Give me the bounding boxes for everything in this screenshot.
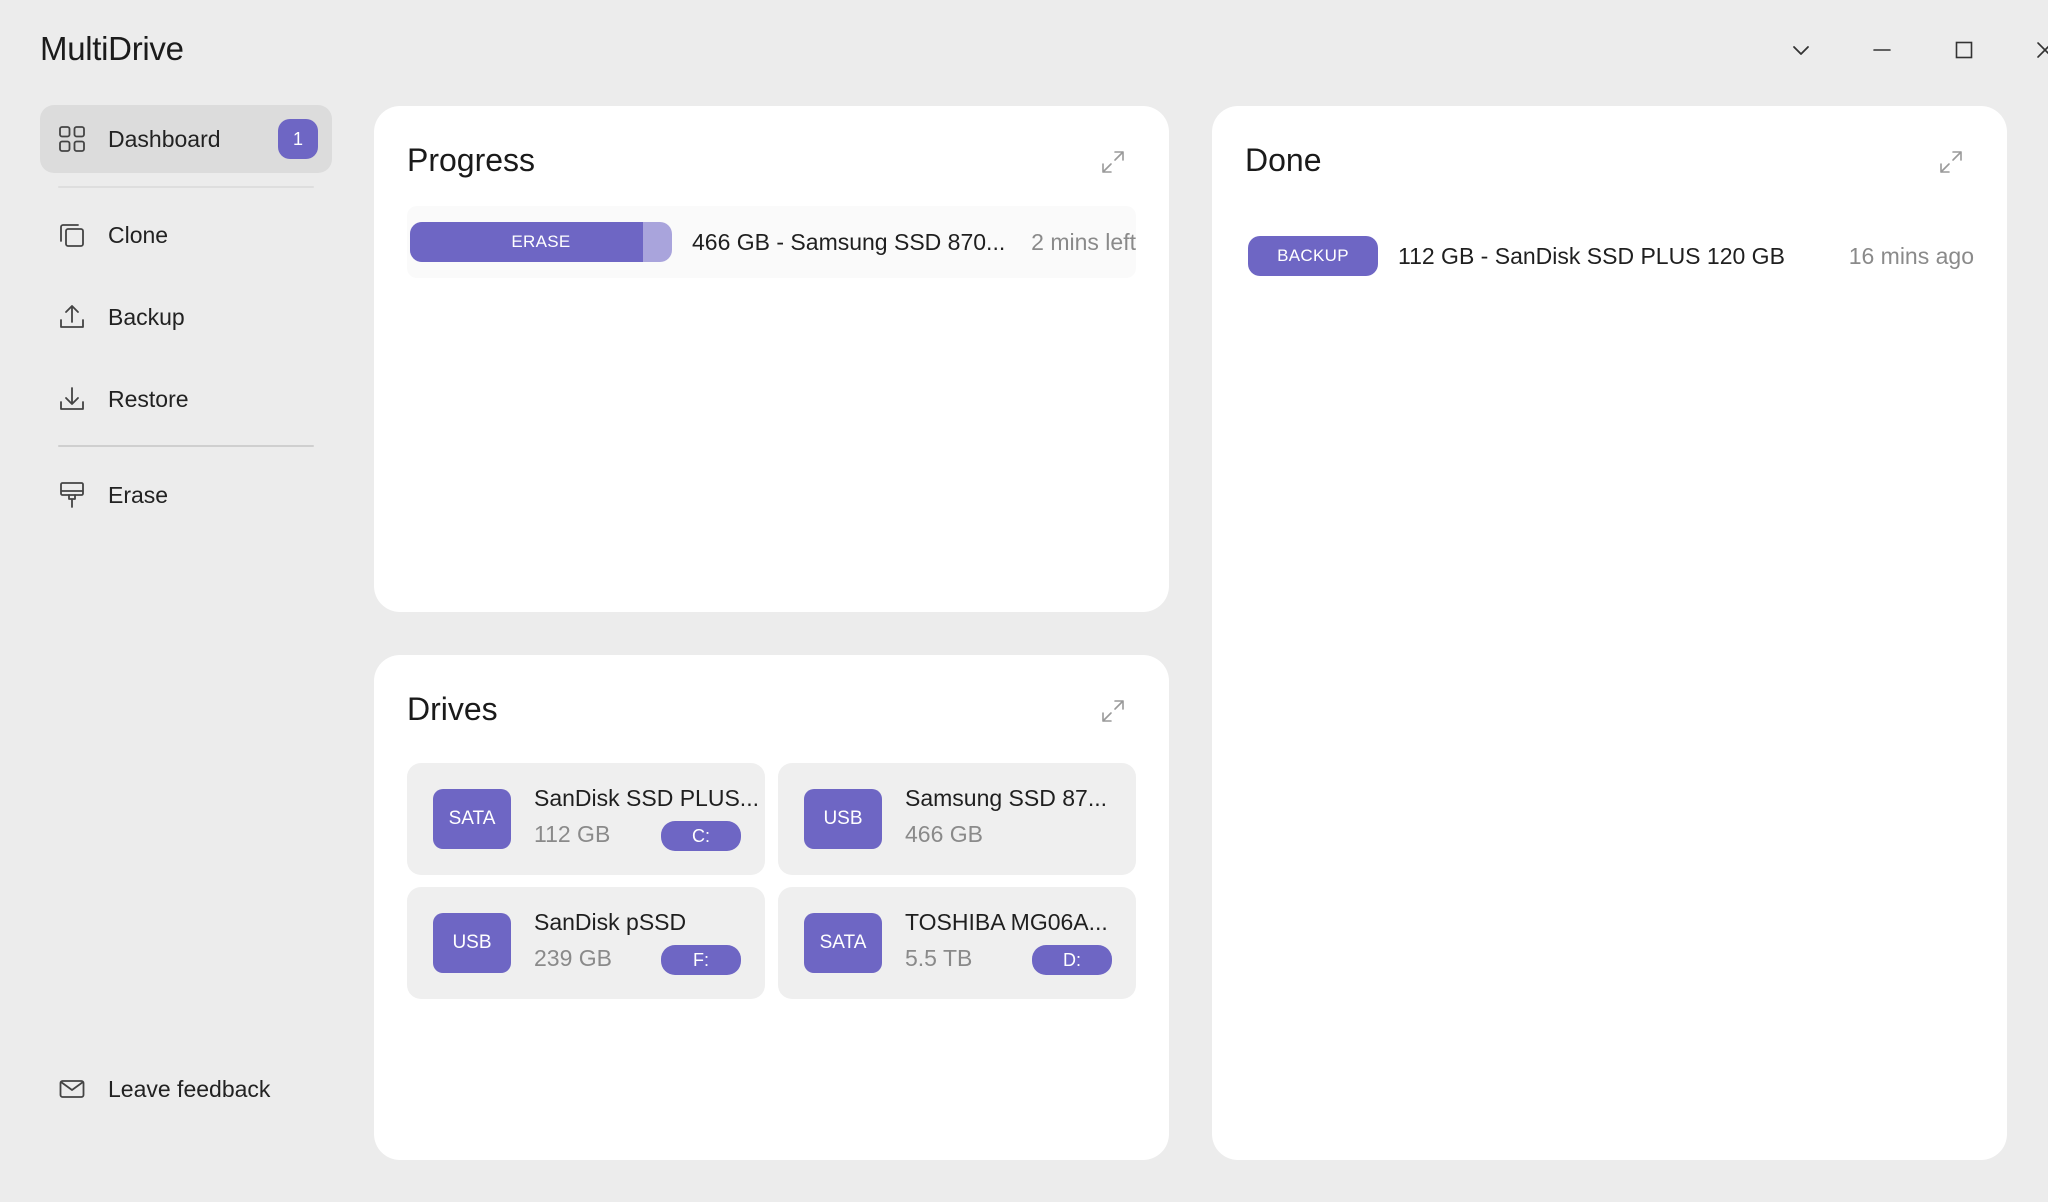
sidebar-item-dashboard[interactable]: Dashboard 1	[40, 105, 332, 173]
feedback-label: Leave feedback	[108, 1075, 271, 1102]
drive-name: SanDisk pSSD	[534, 909, 687, 935]
drive-name: SanDisk SSD PLUS...	[534, 785, 759, 811]
drive-type-badge: SATA	[433, 789, 511, 849]
dropdown-button[interactable]	[1779, 30, 1823, 74]
job-time-ago: 16 mins ago	[1848, 242, 1974, 269]
sidebar-item-clone[interactable]: Clone	[40, 201, 332, 269]
drives-panel: Drives SATA SanDisk SSD PLUS... 112 GB C…	[374, 655, 1169, 1160]
app-window: MultiDrive Dashboard 1 Clone Backup Rest…	[0, 0, 2048, 1202]
eraser-icon	[56, 479, 88, 511]
dashboard-grid-icon	[56, 123, 88, 155]
sidebar-item-label: Clone	[108, 221, 169, 248]
maximize-icon	[1953, 39, 1975, 66]
drive-letter-badge: C:	[661, 821, 741, 851]
sidebar-item-label: Erase	[108, 481, 169, 508]
drive-size: 112 GB	[534, 821, 611, 847]
progress-bar: ERASE	[410, 222, 672, 262]
expand-button[interactable]	[1929, 142, 1973, 186]
leave-feedback-button[interactable]: Leave feedback	[40, 1055, 332, 1123]
job-name: 112 GB - SanDisk SSD PLUS 120 GB	[1398, 242, 1785, 269]
job-type-label: ERASE	[511, 232, 571, 251]
job-name: 466 GB - Samsung SSD 870...	[692, 228, 1006, 255]
upload-icon	[56, 301, 88, 333]
drive-size: 239 GB	[534, 945, 612, 971]
minimize-button[interactable]	[1860, 30, 1904, 74]
download-icon	[56, 383, 88, 415]
progress-panel: Progress ERASE 466 GB - Samsung SSD 870.…	[374, 106, 1169, 612]
progress-job-row[interactable]: ERASE 466 GB - Samsung SSD 870... 2 mins…	[407, 206, 1136, 278]
drive-card[interactable]: SATA SanDisk SSD PLUS... 112 GB C:	[407, 763, 765, 875]
notification-badge: 1	[278, 119, 318, 159]
mail-icon	[56, 1073, 88, 1105]
expand-icon	[1099, 697, 1127, 730]
drive-type-badge: USB	[433, 913, 511, 973]
expand-icon	[1937, 148, 1965, 181]
minimize-icon	[1871, 39, 1893, 66]
app-title: MultiDrive	[40, 30, 184, 67]
drive-name: Samsung SSD 87...	[905, 785, 1107, 811]
drive-letter-badge: D:	[1032, 945, 1112, 975]
expand-icon	[1099, 148, 1127, 181]
sidebar-item-label: Dashboard	[108, 125, 221, 152]
sidebar-item-backup[interactable]: Backup	[40, 283, 332, 351]
sidebar-item-label: Restore	[108, 385, 189, 412]
divider	[58, 445, 314, 447]
clone-icon	[56, 219, 88, 251]
drive-size: 5.5 TB	[905, 945, 973, 971]
panel-title: Drives	[407, 691, 498, 727]
sidebar-item-erase[interactable]: Erase	[40, 461, 332, 529]
drive-name: TOSHIBA MG06A...	[905, 909, 1108, 935]
drive-type-badge: SATA	[804, 913, 882, 973]
drive-size: 466 GB	[905, 821, 983, 847]
maximize-button[interactable]	[1942, 30, 1986, 74]
drive-card[interactable]: USB Samsung SSD 87... 466 GB	[778, 763, 1136, 875]
done-panel: Done BACKUP 112 GB - SanDisk SSD PLUS 12…	[1212, 106, 2007, 1160]
job-type-badge: BACKUP	[1248, 236, 1378, 276]
expand-button[interactable]	[1091, 691, 1135, 735]
sidebar-item-restore[interactable]: Restore	[40, 365, 332, 433]
drive-card[interactable]: USB SanDisk pSSD 239 GB F:	[407, 887, 765, 999]
drive-card[interactable]: SATA TOSHIBA MG06A... 5.5 TB D:	[778, 887, 1136, 999]
job-time-remaining: 2 mins left	[1031, 228, 1136, 255]
panel-title: Done	[1245, 142, 1322, 178]
drive-letter-badge: F:	[661, 945, 741, 975]
done-job-row[interactable]: BACKUP 112 GB - SanDisk SSD PLUS 120 GB …	[1245, 220, 1974, 292]
chevron-down-icon	[1790, 39, 1812, 66]
sidebar: Dashboard 1 Clone Backup Restore Erase L…	[40, 105, 332, 1185]
panel-title: Progress	[407, 142, 536, 178]
drive-type-badge: USB	[804, 789, 882, 849]
close-icon	[2034, 39, 2048, 66]
close-button[interactable]	[2023, 30, 2048, 74]
expand-button[interactable]	[1091, 142, 1135, 186]
sidebar-item-label: Backup	[108, 303, 185, 330]
divider	[58, 186, 314, 188]
